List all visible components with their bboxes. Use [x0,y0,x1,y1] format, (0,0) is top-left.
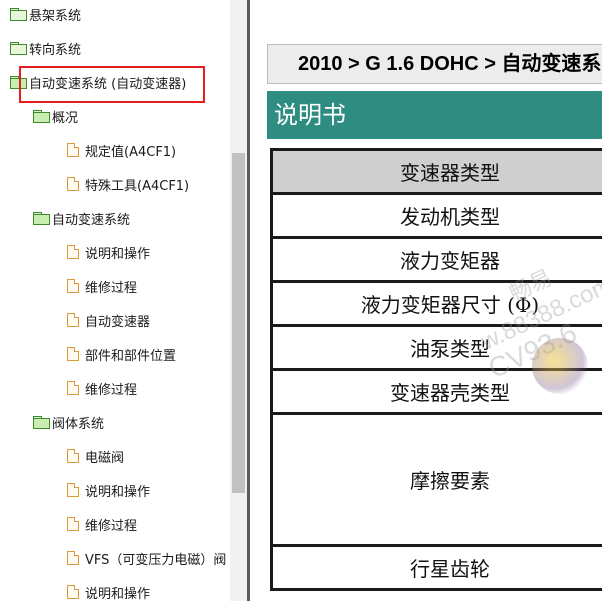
navigation-tree: 悬架系统 转向系统 自动变速系统 (自动变速器) 概况 规定值(A4CF1) 特… [0,0,230,601]
tree-item-valve-body[interactable]: 阀体系统 [33,405,104,439]
document-view: 2010 > G 1.6 DOHC > 自动变速系 说明书 变速器类型 发动机类… [250,0,602,601]
tree-item-label: 自动变速系统 [52,212,131,228]
document-icon [67,313,79,327]
table-cell: 液力变矩器 [270,236,602,283]
tree-item-solenoid[interactable]: 电磁阀 [67,439,124,473]
folder-icon [10,42,27,55]
folder-open-icon [33,416,50,429]
tree-item-label: 电磁阀 [85,450,125,466]
table-cell: 行星齿轮 [270,544,602,591]
document-icon [67,279,79,293]
table-row: 液力变矩器 [270,236,602,283]
tree-item-auto-trans-system[interactable]: 自动变速系统 [33,201,130,235]
tree-item-auto-transmission-doc[interactable]: 自动变速器 [67,303,150,337]
document-icon [67,585,79,599]
folder-icon [10,8,27,21]
tree-item-label: 规定值(A4CF1) [85,144,177,160]
tree-item-suspension[interactable]: 悬架系统 [10,0,81,31]
table-header-cell: 变速器类型 [270,148,602,195]
tree-item-label: 维修过程 [85,280,138,296]
table-row: 行星齿轮 [270,544,602,591]
tree-item-steering[interactable]: 转向系统 [10,31,81,65]
table-row: 变速器类型 [270,148,602,195]
document-icon [67,143,79,157]
document-icon [67,245,79,259]
tree-item-description[interactable]: 说明和操作 [67,575,150,601]
selection-highlight [19,66,205,103]
document-icon [67,449,79,463]
tree-item-label: 维修过程 [85,382,138,398]
document-icon [67,347,79,361]
tree-item-description[interactable]: 说明和操作 [67,235,150,269]
tree-item-label: 阀体系统 [52,416,105,432]
document-icon [67,517,79,531]
section-title: 说明书 [267,91,602,139]
table-row: 液力变矩器尺寸 (Φ) [270,280,602,327]
tree-item-components[interactable]: 部件和部件位置 [67,337,176,371]
document-icon [67,551,79,565]
tree-item-description[interactable]: 说明和操作 [67,473,150,507]
document-icon [67,483,79,497]
tree-item-special-tools[interactable]: 特殊工具(A4CF1) [67,167,189,201]
document-icon [67,177,79,191]
watermark-logo-icon [532,338,588,394]
table-cell: 发动机类型 [270,192,602,239]
tree-item-label: 说明和操作 [85,246,151,262]
tree-item-label: 特殊工具(A4CF1) [85,178,190,194]
tree-item-label: 说明和操作 [85,484,151,500]
tree-item-label: 维修过程 [85,518,138,534]
scrollbar-thumb[interactable] [232,153,245,493]
tree-item-specs[interactable]: 规定值(A4CF1) [67,133,176,167]
table-row: 摩擦要素 [270,412,602,547]
tree-item-label: 说明和操作 [85,586,151,601]
tree-item-label: 悬架系统 [29,8,82,24]
folder-open-icon [33,212,50,225]
tree-item-overview[interactable]: 概况 [33,99,78,133]
table-cell: 液力变矩器尺寸 (Φ) [270,280,602,327]
document-icon [67,381,79,395]
tree-item-label: 部件和部件位置 [85,348,177,364]
table-cell: 摩擦要素 [270,412,602,547]
tree-item-repair[interactable]: 维修过程 [67,507,137,541]
tree-item-vfs-valve[interactable]: VFS（可变压力电磁）阀 [67,541,226,575]
tree-item-label: 转向系统 [29,42,82,58]
tree-item-repair[interactable]: 维修过程 [67,269,137,303]
table-row: 发动机类型 [270,192,602,239]
tree-item-label: 自动变速器 [85,314,151,330]
breadcrumb: 2010 > G 1.6 DOHC > 自动变速系 [267,44,602,84]
tree-item-label: 概况 [52,110,79,126]
tree-item-repair[interactable]: 维修过程 [67,371,137,405]
folder-open-icon [33,110,50,123]
tree-item-label: VFS（可变压力电磁）阀 [85,552,227,568]
